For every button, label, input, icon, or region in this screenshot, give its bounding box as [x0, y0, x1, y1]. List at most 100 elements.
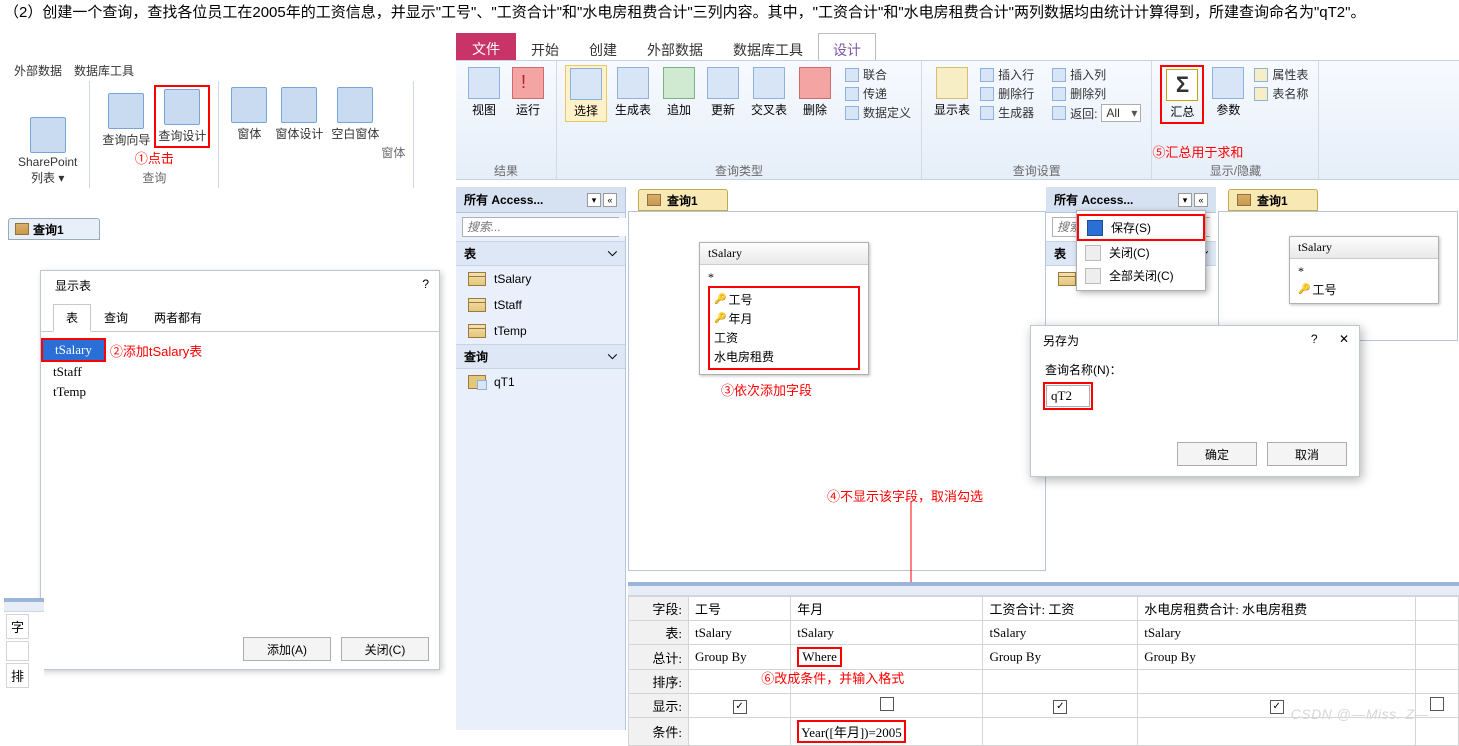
nav-table-item[interactable]: tSalary	[456, 266, 625, 292]
menu-close[interactable]: 关闭(C)	[1077, 241, 1205, 264]
design-surface-2[interactable]: tSalary * 🔑工号	[1218, 211, 1458, 341]
menu-close-all[interactable]: 全部关闭(C)	[1077, 264, 1205, 287]
blank-form-button[interactable]: 空白窗体	[327, 85, 383, 142]
grid-cell[interactable]: 年月	[791, 597, 983, 621]
grid-cell[interactable]: 工号	[689, 597, 791, 621]
grid-cell[interactable]	[1416, 645, 1459, 670]
list-item[interactable]: tTemp	[41, 382, 439, 402]
query-name-input-full[interactable]	[1043, 406, 1347, 428]
tab-tables[interactable]: 表	[53, 304, 91, 332]
dialog-close-icon[interactable]: ✕	[1339, 332, 1349, 346]
query-tab-1[interactable]: 查询1	[638, 189, 728, 211]
delete-query-button[interactable]: 删除	[795, 65, 835, 120]
append-button[interactable]: 追加	[659, 65, 699, 120]
grid-cell[interactable]: Where	[791, 645, 983, 670]
sharepoint-button[interactable]: SharePoint 列表 ▾	[14, 115, 81, 186]
crosstab-button[interactable]: 交叉表	[747, 65, 791, 120]
table-box-header[interactable]: tSalary	[1290, 237, 1438, 259]
dialog-help[interactable]: ?	[1311, 332, 1318, 346]
delete-col[interactable]: 删除列	[1050, 84, 1143, 103]
params-button[interactable]: 参数	[1208, 65, 1248, 120]
grid-cell[interactable]	[689, 718, 791, 746]
nav-dropdown-icon[interactable]: ▾	[587, 193, 601, 207]
maketable-button[interactable]: 生成表	[611, 65, 655, 120]
nav-dropdown-icon[interactable]: ▾	[1178, 193, 1192, 207]
cat-collapse-icon[interactable]: ⌵	[608, 348, 617, 365]
field-item[interactable]: 工资	[714, 328, 854, 347]
field-item[interactable]: 🔑工号	[714, 290, 854, 309]
field-item[interactable]: 🔑年月	[714, 309, 854, 328]
nav-query-item[interactable]: qT1	[456, 369, 625, 395]
nav-header[interactable]: 所有 Access...	[1054, 191, 1133, 208]
view-button[interactable]: 视图	[464, 65, 504, 120]
datadef-button[interactable]: 数据定义	[843, 103, 913, 122]
show-checkbox[interactable]: ✓	[1270, 700, 1284, 714]
tab-both[interactable]: 两者都有	[141, 304, 215, 331]
grid-cell[interactable]: tSalary	[983, 621, 1138, 645]
cancel-button[interactable]: 取消	[1267, 442, 1347, 466]
table-names[interactable]: 表名称	[1252, 84, 1310, 103]
grid-cell[interactable]: 工资合计: 工资	[983, 597, 1138, 621]
field-item[interactable]: 🔑工号	[1298, 280, 1430, 299]
query-tab-2[interactable]: 查询1	[1228, 189, 1318, 211]
cat-tables[interactable]: 表	[1054, 245, 1066, 262]
list-item[interactable]: tStaff	[41, 362, 439, 382]
grid-cell[interactable]	[983, 718, 1138, 746]
field-star[interactable]: *	[1298, 263, 1430, 280]
dialog-help[interactable]: ?	[422, 277, 429, 294]
grid-cell[interactable]	[1416, 597, 1459, 621]
tab-queries[interactable]: 查询	[91, 304, 141, 331]
update-button[interactable]: 更新	[703, 65, 743, 120]
form-design-button[interactable]: 窗体设计	[271, 85, 327, 142]
passthrough-button[interactable]: 传递	[843, 84, 913, 103]
nav-table-item[interactable]: tTemp	[456, 318, 625, 344]
grid-cell[interactable]: tSalary	[791, 621, 983, 645]
cat-tables[interactable]: 表	[464, 245, 476, 262]
form-more-1[interactable]	[387, 86, 405, 102]
query-tab[interactable]: 查询1	[8, 218, 100, 240]
nav-collapse-icon[interactable]: «	[1194, 193, 1208, 207]
builder[interactable]: 生成器	[978, 103, 1036, 122]
close-button[interactable]: 关闭(C)	[341, 637, 429, 661]
totals-button[interactable]: Σ汇总	[1160, 65, 1204, 124]
design-surface-1[interactable]: tSalary * 🔑工号 🔑年月 工资 水电房租费 ③依次添加字段 ④不显示该…	[628, 211, 1046, 571]
insert-col[interactable]: 插入列	[1050, 65, 1143, 84]
query-name-input[interactable]	[1046, 385, 1090, 407]
grid-cell[interactable]: Group By	[983, 645, 1138, 670]
grid-cell[interactable]	[1416, 621, 1459, 645]
nav-collapse-icon[interactable]: «	[603, 193, 617, 207]
grid-cell[interactable]: Group By	[1138, 645, 1416, 670]
cat-queries[interactable]: 查询	[464, 348, 488, 365]
add-button[interactable]: 添加(A)	[243, 637, 331, 661]
show-checkbox[interactable]: ✓	[1053, 700, 1067, 714]
showtable-button[interactable]: 显示表	[930, 65, 974, 120]
insert-row[interactable]: 插入行	[978, 65, 1036, 84]
form-more-2[interactable]	[387, 106, 405, 122]
nav-table-item[interactable]: tStaff	[456, 292, 625, 318]
menu-save[interactable]: 保存(S)	[1077, 214, 1205, 241]
grid-cell[interactable]: tSalary	[1138, 621, 1416, 645]
cat-collapse-icon[interactable]: ⌵	[608, 245, 617, 262]
run-button[interactable]: !运行	[508, 65, 548, 120]
query-design-button[interactable]: 查询设计	[154, 85, 210, 148]
field-item[interactable]: 水电房租费	[714, 347, 854, 366]
delete-row[interactable]: 删除行	[978, 84, 1036, 103]
ok-button[interactable]: 确定	[1177, 442, 1257, 466]
list-item[interactable]: tSalary	[41, 338, 106, 362]
grid-cell[interactable]: 水电房租费合计: 水电房租费	[1138, 597, 1416, 621]
table-box-header[interactable]: tSalary	[700, 243, 868, 265]
grid-cell[interactable]: Group By	[689, 645, 791, 670]
field-star[interactable]: *	[708, 269, 860, 286]
property-sheet[interactable]: 属性表	[1252, 65, 1310, 84]
show-checkbox[interactable]: ✓	[733, 700, 747, 714]
nav-header[interactable]: 所有 Access...	[464, 191, 543, 208]
return-rows[interactable]: 返回:All	[1050, 103, 1143, 123]
form-more-3[interactable]	[387, 126, 405, 142]
grid-cell[interactable]: tSalary	[689, 621, 791, 645]
tab-dbtools[interactable]: 数据库工具	[74, 62, 134, 79]
grid-cell[interactable]: Year([年月])=2005	[791, 718, 983, 746]
query-wizard-button[interactable]: 查询向导	[98, 91, 154, 148]
search-input[interactable]	[463, 218, 628, 236]
union-button[interactable]: 联合	[843, 65, 913, 84]
show-checkbox[interactable]	[1430, 697, 1444, 711]
